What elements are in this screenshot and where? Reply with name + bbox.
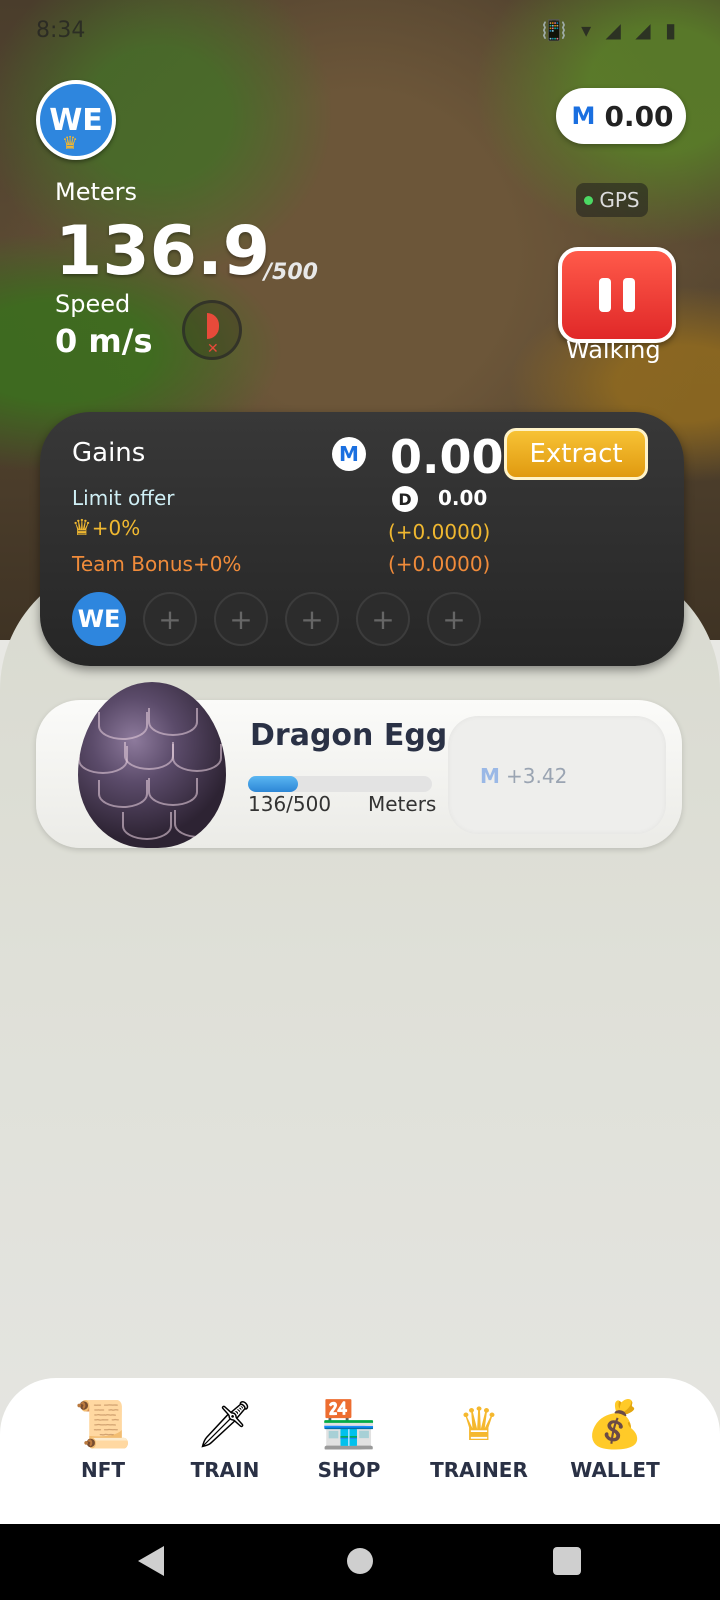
meters-value: 136.9: [55, 212, 271, 291]
gains-title: Gains: [72, 438, 146, 468]
extract-button[interactable]: Extract: [504, 428, 648, 480]
coin-bag-icon: 💰: [586, 1396, 644, 1451]
sword-icon: 🗡: [195, 1396, 255, 1451]
add-team-slot-button[interactable]: +: [214, 592, 268, 646]
egg-scale: [78, 746, 128, 774]
egg-title: Dragon Egg: [250, 718, 448, 753]
status-time: 8:34: [36, 18, 86, 43]
pause-icon: [599, 278, 611, 312]
add-team-slot-button[interactable]: +: [143, 592, 197, 646]
crown-icon: ♛: [62, 133, 79, 154]
nav-shop[interactable]: 🏪 SHOP: [294, 1394, 404, 1483]
egg-progress-text: 136/500: [248, 792, 332, 816]
d-token-icon: D: [392, 486, 418, 512]
gains-value: 0.00: [390, 430, 504, 484]
nav-label: TRAIN: [190, 1458, 260, 1482]
nav-train[interactable]: 🗡 TRAIN: [170, 1394, 280, 1483]
nav-label: WALLET: [570, 1458, 660, 1482]
egg-scale: [98, 712, 148, 740]
d-token-value: 0.00: [438, 486, 488, 510]
back-icon[interactable]: [136, 1544, 168, 1578]
scroll-certificate-icon: 📜: [74, 1396, 132, 1451]
m-token-icon: M: [480, 764, 500, 788]
m-token-icon: M: [571, 102, 596, 130]
team-bonus: Team Bonus+0%: [72, 552, 242, 576]
egg-scale: [174, 810, 224, 838]
crown-bonus: ♛+0%: [72, 516, 140, 541]
balance-value: 0.00: [604, 99, 674, 133]
meters-goal: /500: [264, 260, 318, 285]
pause-button[interactable]: [558, 247, 676, 343]
limit-offer-link[interactable]: Limit offer: [72, 486, 174, 510]
add-team-slot-button[interactable]: +: [356, 592, 410, 646]
shop-icon: 🏪: [320, 1396, 378, 1451]
egg-scale: [172, 744, 222, 772]
egg-reward-value: +3.42: [506, 764, 568, 788]
profile-avatar[interactable]: WE ♛: [36, 80, 116, 160]
nav-label: NFT: [80, 1458, 126, 1482]
nav-wallet[interactable]: 💰 WALLET: [560, 1394, 670, 1483]
gps-indicator: GPS: [576, 183, 648, 217]
status-bar: 8:34 📳 ▾ ◢ ◢ ▮: [0, 0, 720, 60]
nav-nft[interactable]: 📜 NFT: [48, 1394, 158, 1483]
balance-button[interactable]: M 0.00: [556, 88, 686, 144]
crown-icon: ♛: [458, 1397, 500, 1451]
gps-label: GPS: [599, 188, 640, 212]
crown-icon: ♛: [72, 516, 92, 541]
crown-bonus-extra: (+0.0000): [388, 520, 491, 544]
status-icons: 📳 ▾ ◢ ◢ ▮: [541, 18, 680, 42]
add-team-slot-button[interactable]: +: [285, 592, 339, 646]
egg-scale: [124, 742, 174, 770]
speed-label: Speed: [55, 290, 131, 318]
recents-icon[interactable]: [552, 1544, 582, 1578]
team-bonus-extra: (+0.0000): [388, 552, 491, 576]
gains-m-glyph: M: [339, 442, 359, 466]
nav-label: TRAINER: [430, 1458, 528, 1482]
home-icon[interactable]: [346, 1544, 374, 1578]
team-slots: WE + + + + +: [72, 592, 481, 646]
speed-value: 0 m/s: [55, 322, 153, 360]
egg-reward: M +3.42: [478, 764, 567, 788]
pause-icon-bar: [623, 278, 635, 312]
team-slot-we[interactable]: WE: [72, 592, 126, 646]
egg-scale: [148, 778, 198, 806]
egg-scale: [148, 708, 198, 736]
gauge-needle: [207, 313, 219, 339]
add-team-slot-button[interactable]: +: [427, 592, 481, 646]
nav-label: SHOP: [317, 1458, 381, 1482]
walking-label: Walking: [566, 336, 661, 364]
egg-progress-unit: Meters: [368, 792, 437, 816]
crown-bonus-value: +0%: [91, 516, 141, 540]
gps-status-dot: [584, 195, 594, 205]
m-token-icon: M: [332, 437, 366, 471]
gauge-x-icon: ✕: [207, 341, 219, 357]
meters-label: Meters: [55, 178, 138, 206]
egg-scale: [98, 780, 148, 808]
egg-progress-bar: [248, 776, 432, 792]
egg-scale: [122, 812, 172, 840]
speed-gauge-icon: ✕: [182, 300, 242, 360]
egg-progress-fill: [248, 776, 299, 792]
nav-trainer[interactable]: ♛ TRAINER: [424, 1394, 534, 1482]
